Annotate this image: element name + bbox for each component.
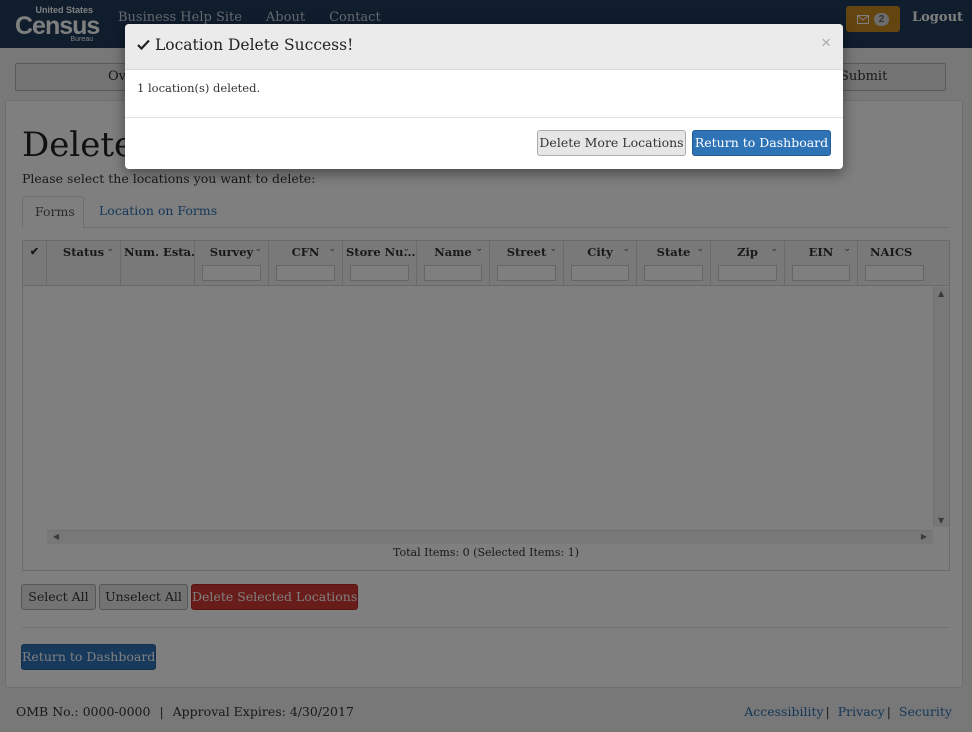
delete-success-modal: Location Delete Success! × 1 location(s)…	[125, 24, 843, 169]
modal-title-text: Location Delete Success!	[155, 36, 354, 54]
close-icon[interactable]: ×	[821, 33, 831, 53]
modal-header: Location Delete Success! ×	[125, 24, 843, 70]
delete-more-locations-button[interactable]: Delete More Locations	[537, 130, 686, 156]
modal-footer: Delete More Locations Return to Dashboar…	[125, 117, 843, 169]
checkmark-icon	[137, 36, 150, 54]
modal-return-to-dashboard-button[interactable]: Return to Dashboard	[692, 130, 831, 156]
modal-title: Location Delete Success!	[137, 36, 353, 54]
modal-message: 1 location(s) deleted.	[137, 81, 261, 95]
